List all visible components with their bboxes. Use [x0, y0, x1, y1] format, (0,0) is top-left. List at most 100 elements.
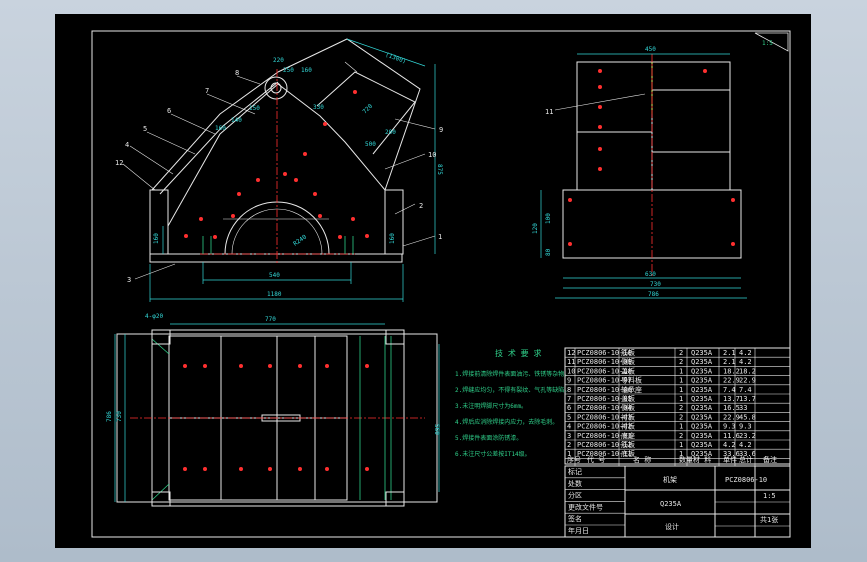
drawing-sheet: 1:5 1180 540 875 160 160 R240 (1300) 720… — [55, 14, 811, 548]
dim-arm-h: 200 — [385, 129, 396, 136]
dim-side-base-total: 786 — [648, 291, 659, 298]
bom-cell-qty: 2 — [679, 358, 683, 366]
bom-cell-w1: 2.1 — [723, 358, 736, 366]
bom-cell-qty: 2 — [679, 404, 683, 412]
dim-height-right-text: 875 — [436, 164, 443, 175]
bom-cell-name: 轴承座 — [621, 385, 642, 394]
bom-cell-qty: 1 — [679, 377, 683, 385]
part-label-6: 6 — [167, 107, 171, 115]
bom-cell-w2: 7.4 — [739, 386, 752, 394]
dim-side-top-width: 450 — [645, 46, 656, 53]
bom-cell-w1: 13.7 — [723, 395, 740, 403]
bom-cell-w2: 22.9 — [739, 377, 756, 385]
bom-table: 12 PCZ0806-10-10筋板 2 Q235A 2.1 4.211 PCZ0806-1… — [564, 347, 791, 466]
part-label-9: 9 — [439, 126, 443, 134]
dim-arm-a: 250 — [283, 67, 294, 74]
bom-cell-w1: 16.5 — [723, 404, 740, 412]
dim-height-right-inner-text: 160 — [389, 233, 396, 244]
title-name: 机架 — [663, 475, 677, 484]
bom-cell-w1: 18.2 — [723, 367, 740, 375]
part-label-10: 10 — [428, 151, 436, 159]
title-block-row-label: 签名 — [568, 514, 582, 523]
bom-cell-name: 侧板 — [621, 357, 635, 366]
bom-cell-w1: 4.2 — [723, 441, 736, 449]
bom-cell-mat: Q235A — [691, 386, 713, 394]
bom-cell-no: 9 — [567, 377, 571, 385]
bom-cell-mat: Q235A — [691, 349, 713, 357]
title-company: 设计 — [665, 522, 679, 531]
title-block-row-label: 标记 — [568, 467, 582, 476]
dim-top-width-inner: 730 — [116, 411, 123, 422]
bom-cell-no: 2 — [567, 441, 571, 449]
bom-cell-no: 12 — [567, 349, 575, 357]
dim-side-base-inner: 730 — [650, 281, 661, 288]
dim-side-height-b: 80 — [545, 248, 552, 256]
bom-cell-w1: 22.9 — [723, 377, 740, 385]
part-label-12: 12 — [115, 159, 123, 167]
note-line-1: 1.焊接前清除焊件表面油污、铁锈等杂物。 — [455, 370, 570, 378]
title-block-row-label: 处数 — [568, 479, 582, 488]
part-label-8: 8 — [235, 69, 239, 77]
note-line-4: 4.焊后应消除焊接内应力，去除毛刺。 — [455, 418, 558, 426]
part-label-7: 7 — [205, 87, 209, 95]
bom-cell-no: 8 — [567, 386, 571, 394]
bom-cell-qty: 1 — [679, 441, 683, 449]
part-label-1: 1 — [438, 233, 442, 241]
bom-cell-w2: 33 — [739, 404, 747, 412]
bom-cell-no: 10 — [567, 367, 575, 375]
title-block-row-label: 更改文件号 — [568, 502, 603, 511]
bom-cell-mat: Q235A — [691, 395, 713, 403]
bolt-holes-front — [184, 90, 369, 239]
bom-cell-mat: Q235A — [691, 413, 713, 421]
bom-cell-w2: 13.7 — [739, 395, 756, 403]
dim-arm-e: 150 — [249, 105, 260, 112]
bom-cell-w1: 7.4 — [723, 386, 736, 394]
dim-top-length: 770 — [265, 316, 276, 323]
bom-cell-name: 衬板 — [621, 412, 635, 421]
bom-cell-w2: 4.2 — [739, 441, 752, 449]
side-upper-body-right — [651, 61, 731, 191]
bom-cell-name: 侧板 — [621, 403, 635, 412]
bom-cell-w2: 4.2 — [739, 349, 752, 357]
base-plate — [149, 253, 403, 263]
dim-top-width-outer: 786 — [106, 411, 113, 422]
dim-arm-c: 160 — [215, 125, 226, 132]
bom-cell-name: 底座 — [621, 431, 635, 440]
bom-cell-w1: 22.9 — [723, 413, 740, 421]
dim-radius-text: R240 — [292, 233, 308, 247]
chute-rib — [344, 61, 358, 73]
part-label-11: 11 — [545, 108, 553, 116]
bom-cell-qty: 1 — [679, 367, 683, 375]
bom-cell-w2: 4.2 — [739, 358, 752, 366]
bom-cell-no: 3 — [567, 432, 571, 440]
dim-total-width-text: 1180 — [267, 291, 282, 298]
bom-cell-name: 衬板 — [621, 422, 635, 431]
note-line-6: 6.未注尺寸公差按IT14级。 — [455, 450, 531, 458]
bom-cell-name: 筋板 — [621, 348, 635, 357]
bom-cell-w1: 2.1 — [723, 349, 736, 357]
bom-cell-w1: 11.6 — [723, 432, 740, 440]
body-outline — [167, 83, 386, 228]
bom-cell-qty: 2 — [679, 432, 683, 440]
bom-header-no: 序号 — [567, 455, 581, 464]
bom-header-qty: 数量 — [679, 455, 693, 464]
bom-cell-w2: 45.8 — [739, 413, 756, 421]
part-label-5: 5 — [143, 125, 147, 133]
dim-inner-width-text: 540 — [269, 272, 280, 279]
corner-label: 1:5 — [762, 40, 773, 47]
bom-header-note: 备注 — [763, 455, 777, 464]
bom-cell-qty: 2 — [679, 349, 683, 357]
cad-drawing: 1:5 1180 540 875 160 160 R240 (1300) 720… — [91, 30, 791, 538]
bom-cell-no: 11 — [567, 358, 575, 366]
dim-slope-right-text: 720 — [361, 103, 374, 116]
note-line-5: 5.焊接件表面涂防锈漆。 — [455, 434, 522, 442]
title-scale: 1:5 — [763, 492, 776, 500]
part-label-3: 3 — [127, 276, 131, 284]
notes-title: 技 术 要 求 — [495, 348, 541, 358]
bom-cell-name: 盖板 — [621, 394, 635, 403]
note-line-2: 2.焊缝应均匀，不得有裂纹、气孔等缺陷。 — [455, 386, 570, 394]
bom-cell-w2: 23.2 — [739, 432, 756, 440]
title-block: 标记处数分区更改文件号签名年月日 机架 PCZ0806-10 Q235A 1:5… — [564, 465, 791, 538]
part-label-4: 4 — [125, 141, 129, 149]
dim-side-lower-width: 630 — [645, 271, 656, 278]
